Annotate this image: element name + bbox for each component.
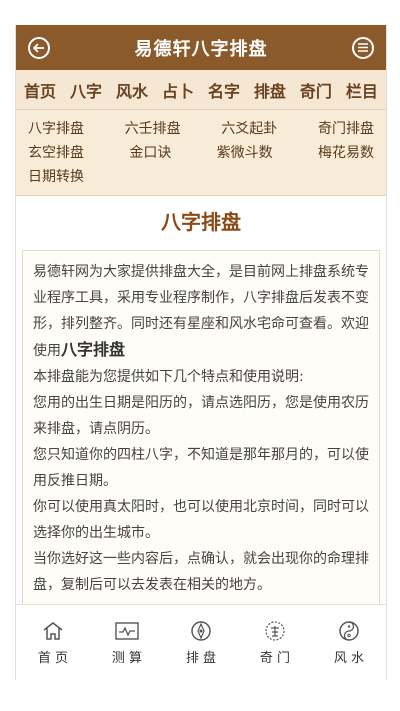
sub-nav-row: 玄空排盘 金口诀 紫微斗数 梅花易数 [28,140,374,164]
subnav-liuyao[interactable]: 六爻起卦 [221,118,277,138]
sub-nav: 八字排盘 六壬排盘 六爻起卦 奇门排盘 玄空排盘 金口诀 紫微斗数 梅花易数 日… [16,110,386,196]
bottom-nav-label: 测 算 [111,651,143,666]
page-header-title: 易德轩八字排盘 [134,38,268,60]
home-icon [40,619,66,643]
qimen-seal-icon [262,619,288,643]
subnav-ziwei[interactable]: 紫微斗数 [217,142,273,162]
feature-solar-time: 你可以使用真太阳时，也可以使用北京时间，同时可以选择你的出生城市。 [33,499,369,541]
nav-item-columns[interactable]: 栏目 [346,78,378,102]
back-arrow-glyph [33,42,44,53]
bottom-nav: 首 页 测 算 排 盘 奇 门 风 水 [16,604,386,680]
feature-heading: 本排盘能为您提供如下几个特点和使用说明: [33,369,304,385]
nav-item-bazi[interactable]: 八字 [70,78,102,102]
nav-item-name[interactable]: 名字 [208,78,240,102]
bottom-nav-label: 奇 门 [259,651,291,666]
nav-item-home[interactable]: 首页 [24,78,56,102]
nav-item-divination[interactable]: 占卜 [162,78,194,102]
nav-item-qimen[interactable]: 奇门 [300,78,332,102]
nav-item-fengshui[interactable]: 风水 [116,78,148,102]
sub-nav-row: 八字排盘 六壬排盘 六爻起卦 奇门排盘 [28,116,374,140]
yin-yang-icon [336,619,362,643]
intro-content: 易德轩网为大家提供排盘大全，是目前网上排盘系统专业程序工具，采用专业程序制作，八… [22,250,380,650]
subnav-liuren-paipan[interactable]: 六壬排盘 [125,118,181,138]
nav-item-paipan[interactable]: 排盘 [254,78,286,102]
section-title: 八字排盘 [161,210,241,234]
top-header: 易德轩八字排盘 [16,25,386,70]
subnav-jinkoujue[interactable]: 金口诀 [129,142,171,162]
bottom-nav-label: 首 页 [37,651,69,666]
bottom-nav-label: 风 水 [333,651,365,666]
sub-nav-row: 日期转换 [28,164,374,188]
menu-icon[interactable] [352,36,374,59]
subnav-bazi-paipan[interactable]: 八字排盘 [28,118,84,138]
bottom-nav-home[interactable]: 首 页 [23,619,83,666]
intro-paragraph: 易德轩网为大家提供排盘大全，是目前网上排盘系统专业程序工具，采用专业程序制作，八… [33,259,373,364]
app-frame: 易德轩八字排盘 首页 八字 风水 占卜 名字 排盘 奇门 栏目 八字排盘 六壬排… [15,25,387,680]
bottom-nav-qimen[interactable]: 奇 门 [245,619,305,666]
feature-confirm: 当你选好这一些内容后，点确认，就会出现你的命理排盘，复制后可以去发表在相关的地方… [33,551,369,593]
feature-reverse-date: 您只知道你的四柱八字，不知道是那年那月的，可以使用反推日期。 [33,447,369,489]
subnav-xuankong[interactable]: 玄空排盘 [28,142,84,162]
subnav-qimen-paipan[interactable]: 奇门排盘 [318,118,374,138]
subnav-date-convert[interactable]: 日期转换 [28,166,84,186]
bottom-nav-label: 排 盘 [185,651,217,666]
menu-glyph [358,43,368,52]
bottom-nav-calculate[interactable]: 测 算 [97,619,157,666]
bottom-nav-fengshui[interactable]: 风 水 [319,619,379,666]
compass-icon [188,619,214,643]
bottom-nav-paipan[interactable]: 排 盘 [171,619,231,666]
subnav-meihua[interactable]: 梅花易数 [318,142,374,162]
intro-highlight: 八字排盘 [61,340,126,359]
feature-solar-lunar: 您用的出生日期是阳历的，请点选阳历，您是使用农历来排盘，请点阴历。 [33,395,369,437]
main-nav: 首页 八字 风水 占卜 名字 排盘 奇门 栏目 [16,70,386,110]
pulse-chart-icon [114,619,140,643]
back-arrow-icon[interactable] [28,36,50,59]
